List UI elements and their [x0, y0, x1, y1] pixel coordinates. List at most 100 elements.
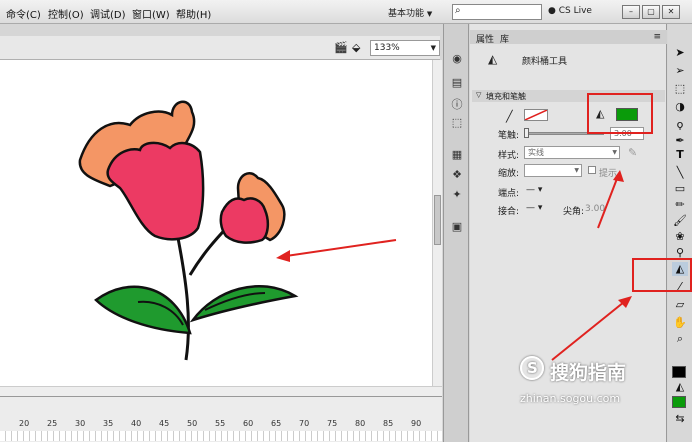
menu-control[interactable]: 控制(O) [48, 6, 84, 21]
scene-panel-icon[interactable]: ▣ [449, 220, 465, 234]
style-label: 样式: [498, 151, 520, 161]
section-title: 填充和笔触 [486, 92, 526, 101]
timeline-tick: 65 [271, 419, 282, 428]
timeline-frames[interactable] [0, 431, 442, 441]
timeline-ruler[interactable]: 20 25 30 35 40 45 50 55 60 65 70 75 80 8… [0, 396, 442, 442]
menu-command[interactable]: 命令(C) [6, 6, 41, 21]
lasso-tool-icon[interactable]: ϙ [672, 118, 688, 132]
restore-icon: ▢ [647, 7, 655, 16]
watermark-url: zhinan.sogou.com [520, 392, 621, 405]
tab-library[interactable]: 库 [500, 32, 509, 45]
annotation-arrow-head [276, 250, 290, 262]
timeline-tick: 40 [131, 419, 142, 428]
subselection-tool-icon[interactable]: ➢ [672, 64, 688, 78]
join-label: 接合: [498, 207, 520, 217]
align-panel-icon[interactable]: ▤ [449, 76, 465, 90]
flower-drawing [78, 100, 397, 361]
timeline-tick: 90 [411, 419, 422, 428]
swap-colors-icon[interactable]: ⇆ [672, 412, 688, 426]
motion-panel-icon[interactable]: ✦ [449, 188, 465, 202]
panel-tabs: 属性 库 ≡ [470, 30, 667, 45]
stage-canvas[interactable] [0, 60, 432, 386]
edit-style-icon[interactable]: ✎ [628, 146, 637, 159]
no-color-icon [524, 109, 548, 121]
style-select[interactable]: 实线 ▼ [524, 146, 620, 159]
stroke-label: 笔触: [498, 131, 520, 141]
stage-vertical-scrollbar[interactable] [432, 60, 442, 386]
timeline-tick: 35 [103, 419, 114, 428]
timeline-tick: 70 [299, 419, 310, 428]
stroke-slider-thumb[interactable] [524, 128, 529, 138]
chevron-down-icon: ▼ [426, 10, 433, 18]
annotation-arrows [551, 170, 632, 361]
pencil-stroke-icon: ╱ [506, 110, 513, 123]
search-icon: ⌕ [455, 5, 461, 16]
fill-color-tool-swatch[interactable] [672, 396, 686, 408]
free-transform-tool-icon[interactable]: ⬚ [672, 82, 688, 96]
stroke-color-swatch[interactable] [524, 109, 548, 121]
edit-scene-icon[interactable]: 🎬 [334, 41, 348, 54]
workspace-label: 基本功能 [388, 9, 425, 19]
timeline-tick: 55 [215, 419, 226, 428]
style-value: 实线 [528, 148, 544, 157]
scale-label: 缩放: [498, 169, 520, 179]
panel-menu-icon[interactable]: ≡ [653, 32, 661, 42]
timeline-tick: 30 [75, 419, 86, 428]
tab-properties[interactable]: 属性 [476, 32, 494, 45]
left-leaf [94, 285, 192, 335]
annotation-arrow-line [285, 239, 397, 257]
stage-horizontal-scrollbar[interactable] [0, 386, 442, 396]
color-panel-icon[interactable]: ◉ [449, 52, 465, 66]
menu-window[interactable]: 窗口(W) [132, 6, 170, 21]
paint-bucket-icon: ◭ [488, 52, 498, 66]
edit-symbol-icon[interactable]: ⬙ [352, 41, 360, 54]
selection-tool-icon[interactable]: ➤ [672, 46, 688, 60]
cs-live-button[interactable]: ● CS Live [548, 4, 614, 20]
cs-live-icon: ● [548, 6, 556, 16]
zoom-value: 133% [374, 43, 400, 53]
transform-panel-icon[interactable]: ⬚ [449, 116, 465, 130]
main-stem [176, 237, 190, 361]
sogou-logo-icon: S [520, 356, 544, 380]
right-leaf [189, 284, 299, 323]
search-input[interactable]: ⌕ [452, 4, 542, 20]
timeline-tick: 25 [47, 419, 58, 428]
workspace-switcher[interactable]: 基本功能 ▼ [388, 3, 448, 21]
panel-dock: ◉ ▤ ⓘ ⬚ ▦ ❖ ✦ ▣ [443, 24, 469, 442]
timeline-tick: 85 [383, 419, 394, 428]
tool-name: 颜料桶工具 [522, 57, 568, 67]
close-button[interactable]: ✕ [662, 5, 680, 19]
timeline-tick: 50 [187, 419, 198, 428]
cs-live-label: CS Live [558, 6, 592, 16]
timeline-tick: 75 [327, 419, 338, 428]
annotation-box-fill-color [587, 93, 653, 134]
restore-button[interactable]: ▢ [642, 5, 660, 19]
chevron-down-icon: ▼ [430, 44, 436, 52]
chevron-down-icon: ▽ [476, 91, 482, 99]
small-flower-front-petals [219, 197, 270, 244]
minimize-icon: – [629, 7, 633, 16]
text-tool-icon[interactable]: T [672, 148, 688, 162]
fill-bucket-small-icon: ◭ [675, 380, 685, 393]
timeline-tick: 80 [355, 419, 366, 428]
annotation-arrow-head [613, 170, 624, 182]
scrollbar-thumb[interactable] [434, 195, 441, 245]
history-panel-icon[interactable]: ▦ [449, 148, 465, 162]
minimize-button[interactable]: – [622, 5, 640, 19]
menu-help[interactable]: 帮助(H) [176, 6, 211, 21]
timeline-tick: 60 [243, 419, 254, 428]
watermark-brand: 搜狗指南 [550, 362, 627, 384]
cap-label: 端点: [498, 189, 520, 199]
annotation-arrow-line [551, 301, 625, 361]
menu-debug[interactable]: 调试(D) [90, 6, 126, 21]
close-icon: ✕ [667, 7, 675, 16]
annotation-arrow-line [597, 175, 619, 229]
components-panel-icon[interactable]: ❖ [449, 168, 465, 182]
chevron-down-icon: ▼ [612, 149, 617, 156]
zoom-select[interactable]: 133% ▼ [370, 40, 440, 56]
info-panel-icon[interactable]: ⓘ [449, 96, 465, 111]
big-flower-front-petals [106, 141, 205, 241]
timeline-tick: 45 [159, 419, 170, 428]
3d-rotation-tool-icon[interactable]: ◑ [672, 100, 688, 114]
pen-tool-icon[interactable]: ✒ [672, 134, 688, 148]
